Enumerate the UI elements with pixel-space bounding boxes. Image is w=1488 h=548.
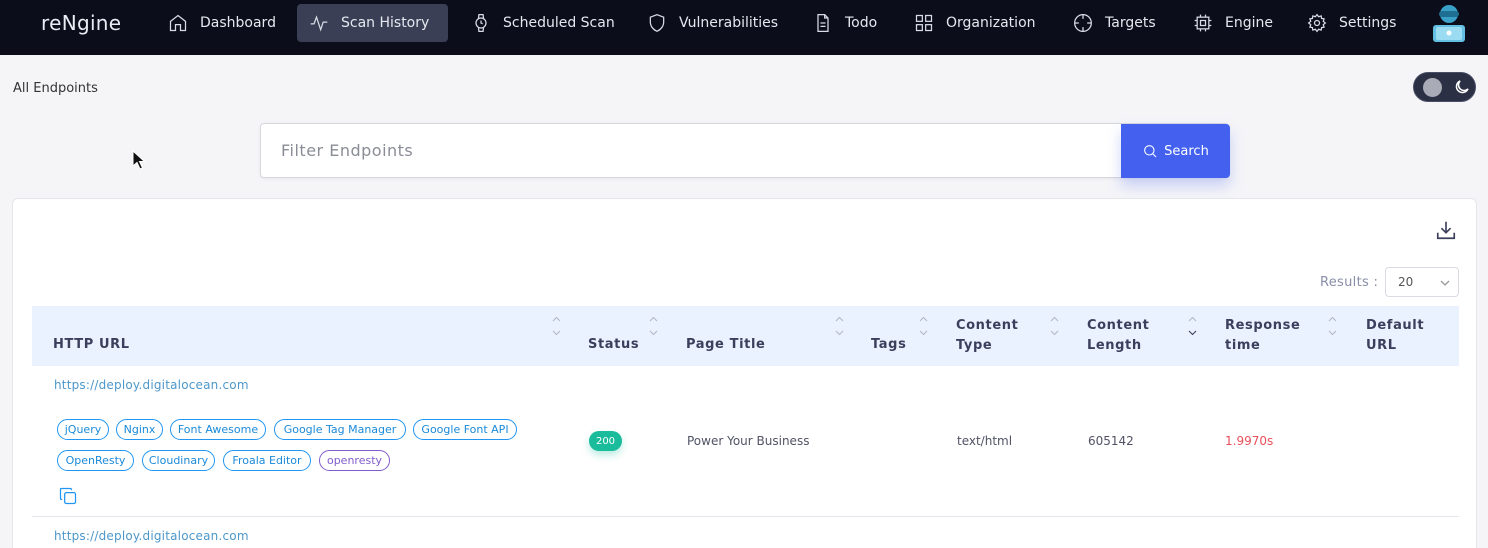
search-button[interactable]: Search — [1121, 124, 1230, 178]
nav-scan-history[interactable]: Scan History — [297, 4, 448, 42]
nav-scan-history-label: Scan History — [341, 15, 430, 31]
results-selected-value: 20 — [1398, 275, 1414, 289]
col-default-url-line2: URL — [1366, 338, 1397, 353]
theme-toggle[interactable] — [1413, 72, 1476, 102]
filter-endpoints-input[interactable] — [261, 124, 1121, 177]
table-header: HTTP URL Status Page Title Tags Content … — [32, 306, 1459, 366]
sort-page-title-icon[interactable] — [835, 316, 844, 336]
col-content-type[interactable]: Content Type — [956, 316, 1018, 356]
response-time-cell: 1.9970s — [1225, 434, 1274, 448]
col-http-url[interactable]: HTTP URL — [53, 335, 130, 355]
tech-tag[interactable]: OpenResty — [57, 450, 134, 471]
content-type-cell: text/html — [957, 434, 1013, 448]
nav-settings-label: Settings — [1339, 15, 1397, 31]
nav-organization-label: Organization — [946, 15, 1036, 31]
col-content-length-line1: Content — [1087, 318, 1150, 333]
toggle-knob — [1423, 78, 1442, 97]
sort-content-type-icon[interactable] — [1050, 316, 1059, 336]
nav-vulnerabilities[interactable]: Vulnerabilities — [635, 4, 790, 42]
user-avatar[interactable] — [1431, 3, 1467, 43]
nav-scheduled-scan-label: Scheduled Scan — [503, 15, 615, 31]
gear-icon — [1307, 13, 1327, 33]
tech-tag[interactable]: Nginx — [116, 419, 163, 440]
top-navbar: reNgine Dashboard Scan History Scheduled… — [0, 0, 1488, 55]
col-content-type-line1: Content — [956, 318, 1019, 333]
col-status[interactable]: Status — [588, 335, 639, 355]
col-content-type-line2: Type — [956, 338, 993, 353]
sort-response-time-icon[interactable] — [1328, 316, 1337, 336]
copy-icon[interactable] — [58, 486, 78, 506]
endpoints-card: Results : 20 HTTP URL Status Page Title … — [12, 198, 1477, 548]
tech-tag[interactable]: Font Awesome — [170, 419, 266, 440]
page-title-cell: Power Your Business — [687, 434, 810, 448]
sort-tags-icon[interactable] — [919, 316, 928, 336]
nav-todo-label: Todo — [845, 15, 878, 31]
tech-tag[interactable]: Google Font API — [413, 419, 517, 440]
crosshair-icon — [1074, 14, 1092, 32]
endpoint-url-link[interactable]: https://deploy.digitalocean.com — [54, 378, 249, 392]
content-length-cell: 605142 — [1088, 434, 1134, 448]
nav-targets-label: Targets — [1105, 15, 1156, 31]
col-response-time[interactable]: Response time — [1225, 316, 1300, 356]
nav-todo[interactable]: Todo — [801, 4, 889, 42]
col-content-length[interactable]: Content Length — [1087, 316, 1149, 356]
activity-icon — [310, 15, 328, 32]
nav-vulnerabilities-label: Vulnerabilities — [679, 15, 779, 31]
tech-tag[interactable]: openresty — [319, 450, 390, 471]
sort-http-url-icon[interactable] — [552, 316, 561, 336]
col-response-time-line1: Response — [1225, 318, 1301, 333]
moon-icon — [1455, 80, 1469, 94]
tech-tag[interactable]: Cloudinary — [142, 450, 215, 471]
home-icon — [169, 14, 187, 32]
col-default-url-line1: Default — [1366, 318, 1425, 333]
col-response-time-line2: time — [1225, 338, 1261, 353]
tech-tag[interactable]: jQuery — [57, 419, 109, 440]
search-button-label: Search — [1164, 143, 1209, 159]
grid-icon — [915, 14, 933, 32]
col-tags[interactable]: Tags — [871, 335, 906, 355]
sort-status-icon[interactable] — [649, 316, 658, 336]
nav-settings[interactable]: Settings — [1295, 4, 1408, 42]
search-icon — [1144, 145, 1157, 158]
results-label: Results : — [1320, 275, 1379, 290]
cpu-icon — [1194, 14, 1212, 32]
tech-tag[interactable]: Froala Editor — [223, 450, 311, 471]
endpoint-url-link[interactable]: https://deploy.digitalocean.com — [54, 529, 249, 543]
nav-engine[interactable]: Engine — [1181, 4, 1285, 42]
brand-logo[interactable]: reNgine — [41, 11, 121, 35]
endpoint-search-bar: Search — [260, 123, 1230, 178]
nav-engine-label: Engine — [1225, 15, 1273, 31]
download-icon[interactable] — [1435, 219, 1457, 241]
tech-tag[interactable]: Google Tag Manager — [274, 419, 406, 440]
nav-dashboard[interactable]: Dashboard — [156, 4, 288, 42]
col-page-title[interactable]: Page Title — [686, 335, 765, 355]
nav-dashboard-label: Dashboard — [200, 15, 276, 31]
page-title: All Endpoints — [13, 81, 98, 96]
nav-organization[interactable]: Organization — [902, 4, 1048, 42]
shield-icon — [649, 13, 665, 33]
col-default-url[interactable]: Default URL — [1366, 316, 1424, 356]
results-per-page-select[interactable]: 20 — [1385, 267, 1459, 297]
col-content-length-line2: Length — [1087, 338, 1142, 353]
mouse-cursor — [132, 150, 146, 170]
chevron-down-icon — [1440, 280, 1450, 286]
status-badge: 200 — [589, 431, 622, 451]
watch-icon — [475, 14, 487, 32]
nav-targets[interactable]: Targets — [1061, 4, 1168, 42]
sort-content-length-icon[interactable] — [1188, 316, 1197, 336]
nav-scheduled-scan[interactable]: Scheduled Scan — [459, 4, 627, 42]
file-text-icon — [817, 14, 829, 32]
row-divider — [32, 516, 1459, 517]
